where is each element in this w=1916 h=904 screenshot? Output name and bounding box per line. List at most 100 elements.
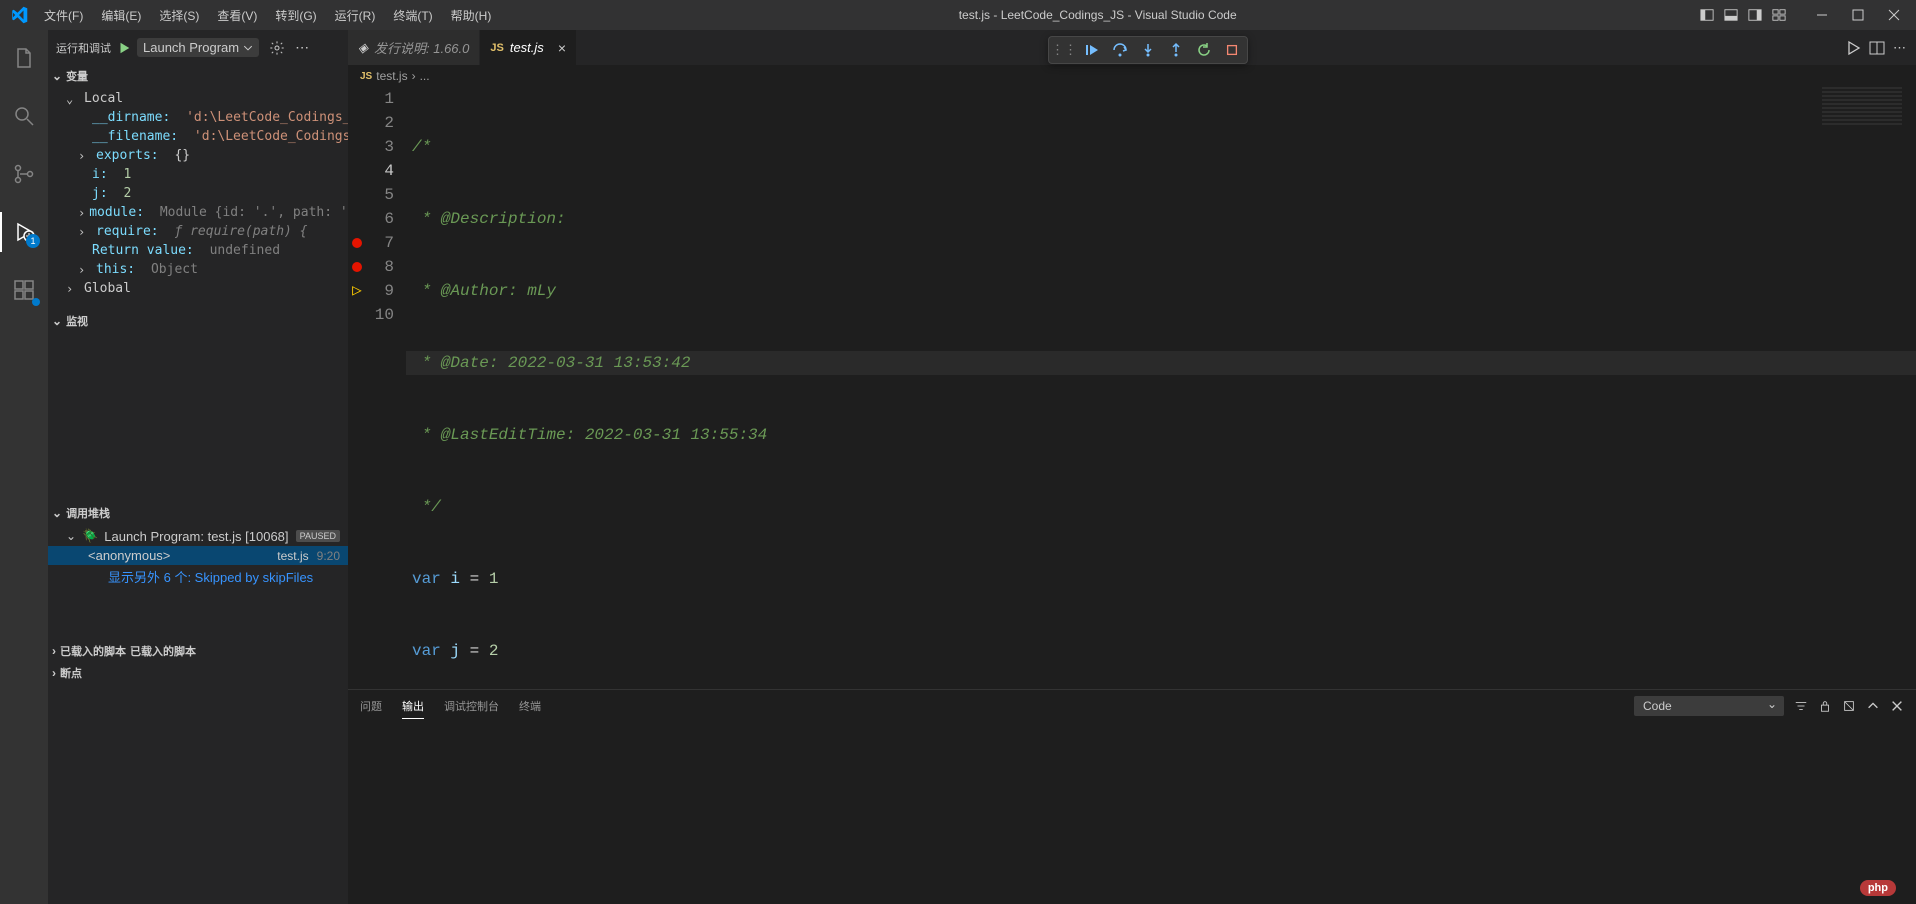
layout-controls xyxy=(1696,4,1790,26)
debug-config-select[interactable]: Launch Program xyxy=(137,38,259,57)
start-debug-button[interactable] xyxy=(117,41,131,55)
menu-view[interactable]: 查看(V) xyxy=(209,3,265,28)
maximize-panel-icon[interactable] xyxy=(1866,699,1880,713)
editor-more-icon[interactable]: ⋯ xyxy=(1893,40,1906,56)
output-panel-body[interactable] xyxy=(348,722,1916,904)
explorer-icon[interactable] xyxy=(0,38,48,78)
bug-icon: 🪲 xyxy=(82,528,98,544)
glyph-margin[interactable]: ▷ xyxy=(348,87,366,689)
variables-section: ⌄变量 ⌄Local __dirname: 'd:\LeetCode_Codin… xyxy=(48,65,348,300)
more-actions-icon[interactable]: ⋯ xyxy=(295,39,309,56)
var-i[interactable]: i: 1 xyxy=(48,165,348,184)
minimize-button[interactable] xyxy=(1806,0,1838,30)
extensions-badge xyxy=(32,298,40,306)
js-file-icon: JS xyxy=(360,71,372,82)
tab-close-icon[interactable]: × xyxy=(558,40,566,56)
scope-global[interactable]: ›Global xyxy=(48,279,348,298)
code-editor[interactable]: ▷ 12345678910 /* * @Description: * @Auth… xyxy=(348,87,1916,689)
panel-right-icon[interactable] xyxy=(1744,4,1766,26)
bottom-panel: 问题 输出 调试控制台 终端 Code xyxy=(348,689,1916,904)
breakpoints-section: ›断点 xyxy=(48,662,348,684)
menu-go[interactable]: 转到(G) xyxy=(267,3,324,28)
maximize-button[interactable] xyxy=(1842,0,1874,30)
loaded-scripts-header[interactable]: ›已载入的脚本已载入的脚本 xyxy=(48,640,348,662)
panel-tab-problems[interactable]: 问题 xyxy=(360,694,382,718)
drag-handle-icon[interactable]: ⋮⋮ xyxy=(1055,41,1073,59)
window-controls xyxy=(1806,0,1916,30)
customize-layout-icon[interactable] xyxy=(1768,4,1790,26)
gear-icon[interactable] xyxy=(269,40,285,56)
stop-icon[interactable] xyxy=(1223,41,1241,59)
callstack-thread[interactable]: ⌄ 🪲 Launch Program: test.js [10068] PAUS… xyxy=(48,526,348,546)
window-title: test.js - LeetCode_Codings_JS - Visual S… xyxy=(499,8,1696,22)
activity-bar: 1 xyxy=(0,30,48,904)
var-j[interactable]: j: 2 xyxy=(48,184,348,203)
watch-section: ⌄监视 xyxy=(48,310,348,502)
var-exports[interactable]: ›exports: {} xyxy=(48,146,348,165)
panel-bottom-icon[interactable] xyxy=(1720,4,1742,26)
close-button[interactable] xyxy=(1878,0,1910,30)
line-numbers-gutter[interactable]: 12345678910 xyxy=(366,87,406,689)
paused-badge: PAUSED xyxy=(296,530,340,542)
debug-current-line-icon: ▷ xyxy=(352,279,362,303)
breadcrumb[interactable]: JS test.js › ... xyxy=(348,65,1916,87)
menu-edit[interactable]: 编辑(E) xyxy=(93,3,149,28)
debug-config-toolbar: 运行和调试 Launch Program ⋯ xyxy=(48,30,348,65)
var-dirname[interactable]: __dirname: 'd:\LeetCode_Codings_JS' xyxy=(48,108,348,127)
variables-header[interactable]: ⌄变量 xyxy=(48,65,348,87)
var-this[interactable]: ›this: Object xyxy=(48,260,348,279)
var-return[interactable]: Return value: undefined xyxy=(48,241,348,260)
tab-release-notes[interactable]: ◈ 发行说明: 1.66.0 xyxy=(348,30,480,65)
debug-badge: 1 xyxy=(26,234,40,248)
code-content[interactable]: /* * @Description: * @Author: mLy * @Dat… xyxy=(406,87,1916,689)
callstack-section: ⌄调用堆栈 ⌄ 🪲 Launch Program: test.js [10068… xyxy=(48,502,348,640)
breakpoint-icon[interactable] xyxy=(352,262,362,272)
loaded-scripts-section: ›已载入的脚本已载入的脚本 xyxy=(48,640,348,662)
panel-tab-terminal[interactable]: 终端 xyxy=(519,694,541,718)
lock-icon[interactable] xyxy=(1818,699,1832,713)
menu-selection[interactable]: 选择(S) xyxy=(151,3,207,28)
watch-header[interactable]: ⌄监视 xyxy=(48,310,348,332)
callstack-header[interactable]: ⌄调用堆栈 xyxy=(48,502,348,524)
php-watermark: php xyxy=(1860,880,1896,896)
show-skipped-frames[interactable]: 显示另外 6 个: Skipped by skipFiles xyxy=(48,565,348,588)
vscode-logo-icon xyxy=(10,6,28,24)
menu-terminal[interactable]: 终端(T) xyxy=(385,3,440,28)
breakpoint-icon[interactable] xyxy=(352,238,362,248)
continue-icon[interactable] xyxy=(1083,41,1101,59)
var-module[interactable]: ›module: Module {id: '.', path: 'd:\… xyxy=(48,203,348,222)
filter-icon[interactable] xyxy=(1794,699,1808,713)
milestone-icon: ◈ xyxy=(358,40,368,56)
panel-tab-debug-console[interactable]: 调试控制台 xyxy=(444,694,499,718)
run-debug-icon[interactable]: 1 xyxy=(0,212,48,252)
menu-file[interactable]: 文件(F) xyxy=(36,3,91,28)
debug-toolbar-float[interactable]: ⋮⋮ xyxy=(1048,36,1248,64)
output-channel-select[interactable]: Code xyxy=(1634,696,1784,716)
editor-area: ◈ 发行说明: 1.66.0 JS test.js × ⋯ ⋮⋮ xyxy=(348,30,1916,904)
var-require[interactable]: ›require: ƒ require(path) { xyxy=(48,222,348,241)
breakpoints-header[interactable]: ›断点 xyxy=(48,662,348,684)
close-panel-icon[interactable] xyxy=(1890,699,1904,713)
title-bar: 文件(F) 编辑(E) 选择(S) 查看(V) 转到(G) 运行(R) 终端(T… xyxy=(0,0,1916,30)
clear-output-icon[interactable] xyxy=(1842,699,1856,713)
tab-testjs[interactable]: JS test.js × xyxy=(480,30,577,65)
scope-local[interactable]: ⌄Local xyxy=(48,89,348,108)
menu-run[interactable]: 运行(R) xyxy=(327,3,384,28)
source-control-icon[interactable] xyxy=(0,154,48,194)
minimap[interactable] xyxy=(1822,87,1902,127)
panel-left-icon[interactable] xyxy=(1696,4,1718,26)
restart-icon[interactable] xyxy=(1195,41,1213,59)
step-over-icon[interactable] xyxy=(1111,41,1129,59)
search-icon[interactable] xyxy=(0,96,48,136)
step-into-icon[interactable] xyxy=(1139,41,1157,59)
stack-frame-anonymous[interactable]: <anonymous> test.js 9:20 xyxy=(48,546,348,565)
menu-help[interactable]: 帮助(H) xyxy=(443,3,500,28)
panel-tab-bar: 问题 输出 调试控制台 终端 Code xyxy=(348,690,1916,722)
split-editor-icon[interactable] xyxy=(1869,40,1885,56)
step-out-icon[interactable] xyxy=(1167,41,1185,59)
var-filename[interactable]: __filename: 'd:\LeetCode_Codings_JS… xyxy=(48,127,348,146)
menu-bar: 文件(F) 编辑(E) 选择(S) 查看(V) 转到(G) 运行(R) 终端(T… xyxy=(36,3,499,28)
run-icon[interactable] xyxy=(1845,40,1861,56)
panel-tab-output[interactable]: 输出 xyxy=(402,694,424,719)
extensions-icon[interactable] xyxy=(0,270,48,310)
